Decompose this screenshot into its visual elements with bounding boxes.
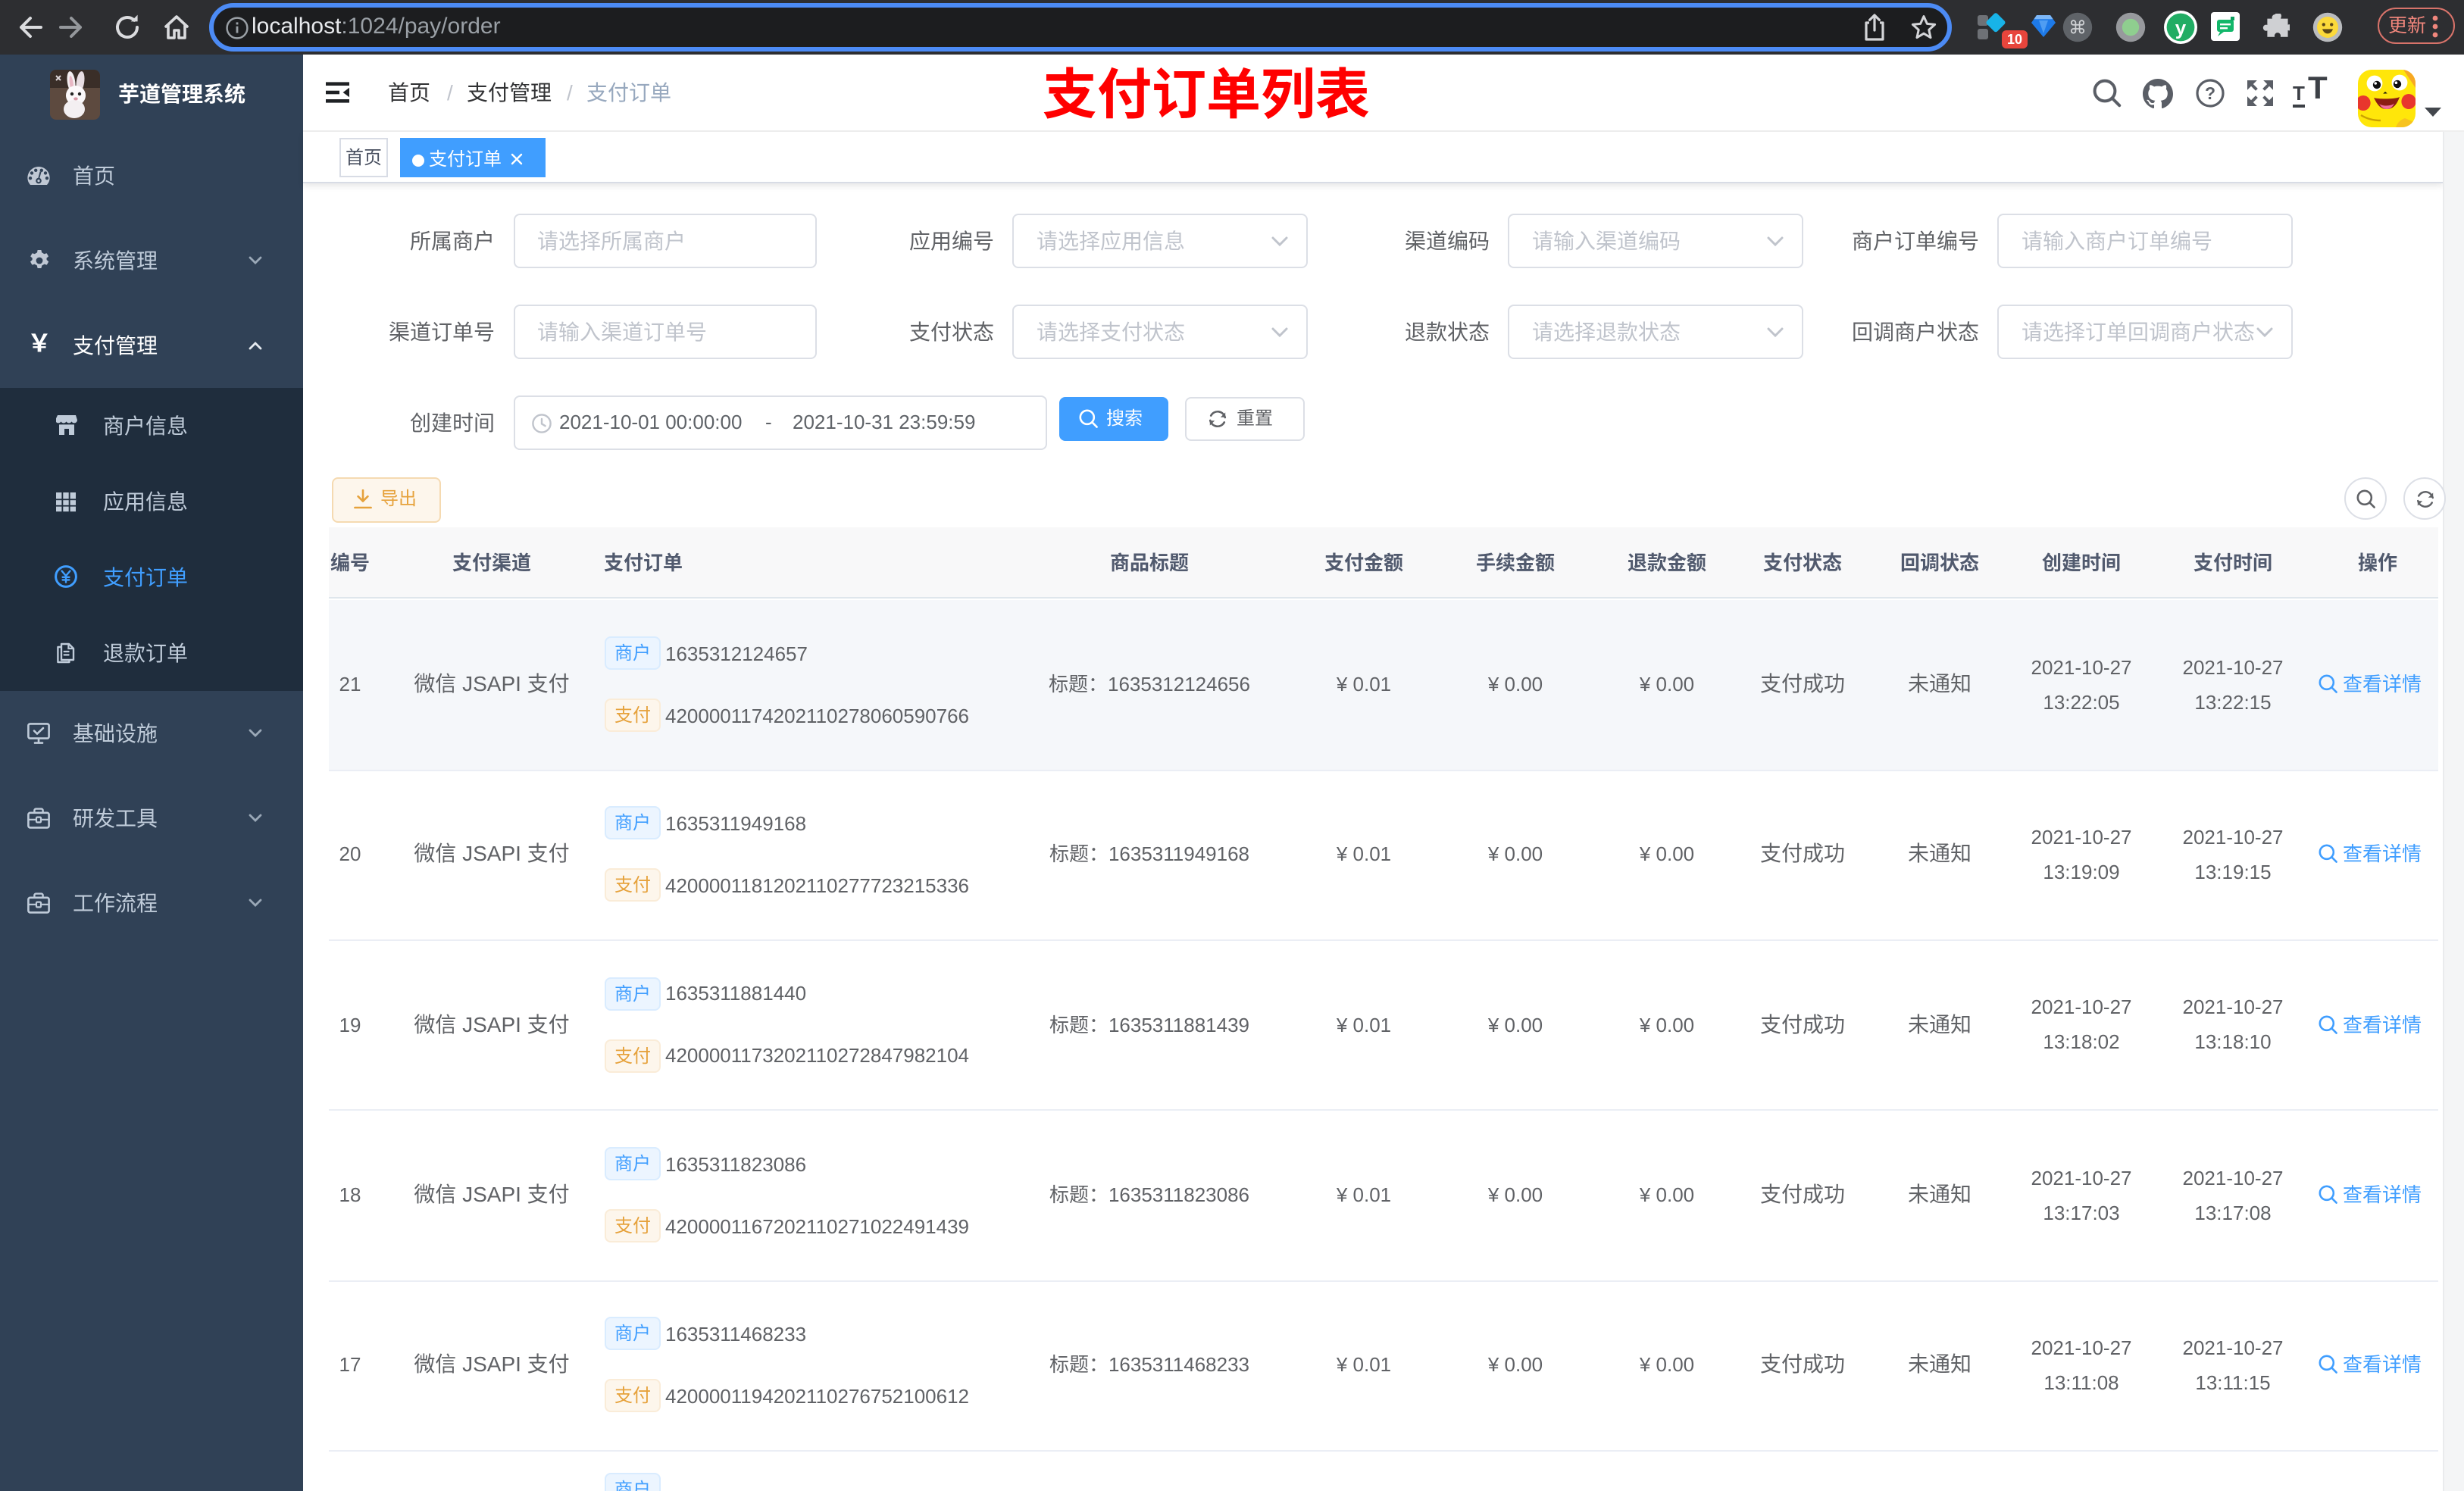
svg-text:?: ? [2205, 83, 2215, 102]
svg-text:⌘: ⌘ [2068, 17, 2087, 38]
svg-text:y: y [2175, 17, 2187, 39]
